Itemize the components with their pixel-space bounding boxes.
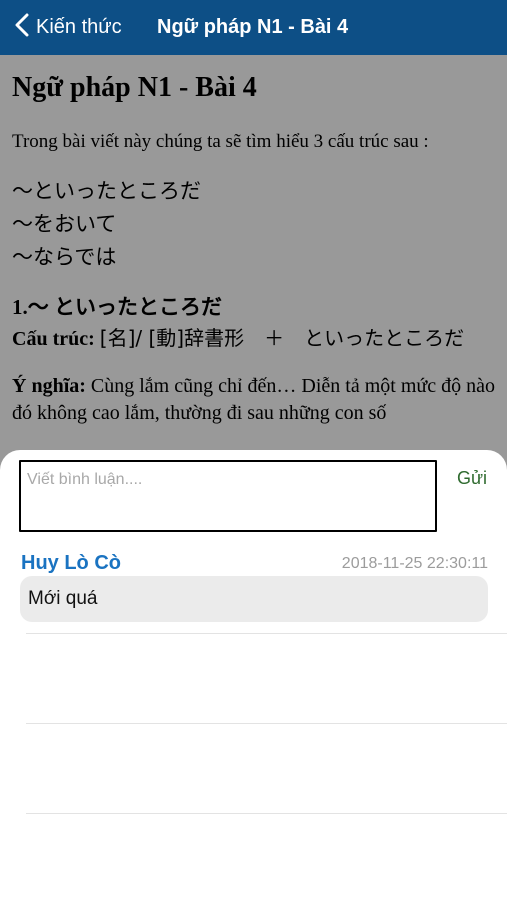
comment-author[interactable]: Huy Lò Cò xyxy=(21,552,121,575)
divider xyxy=(26,633,507,634)
send-button[interactable]: Gửi xyxy=(457,468,487,489)
back-button[interactable]: Kiến thức xyxy=(14,0,122,55)
comment-input[interactable] xyxy=(19,460,437,532)
divider xyxy=(26,723,507,724)
nav-title: Ngữ pháp N1 - Bài 4 xyxy=(157,16,349,38)
chevron-left-icon xyxy=(14,13,30,42)
back-label: Kiến thức xyxy=(36,16,122,38)
comment-timestamp: 2018-11-25 22:30:11 xyxy=(341,555,488,572)
navigation-bar: Kiến thức Ngữ pháp N1 - Bài 4 xyxy=(0,0,507,55)
divider xyxy=(26,813,507,814)
comment-bubble: Mới quá xyxy=(20,576,488,622)
comment-sheet: Gửi Huy Lò Cò 2018-11-25 22:30:11 Mới qu… xyxy=(0,450,507,900)
